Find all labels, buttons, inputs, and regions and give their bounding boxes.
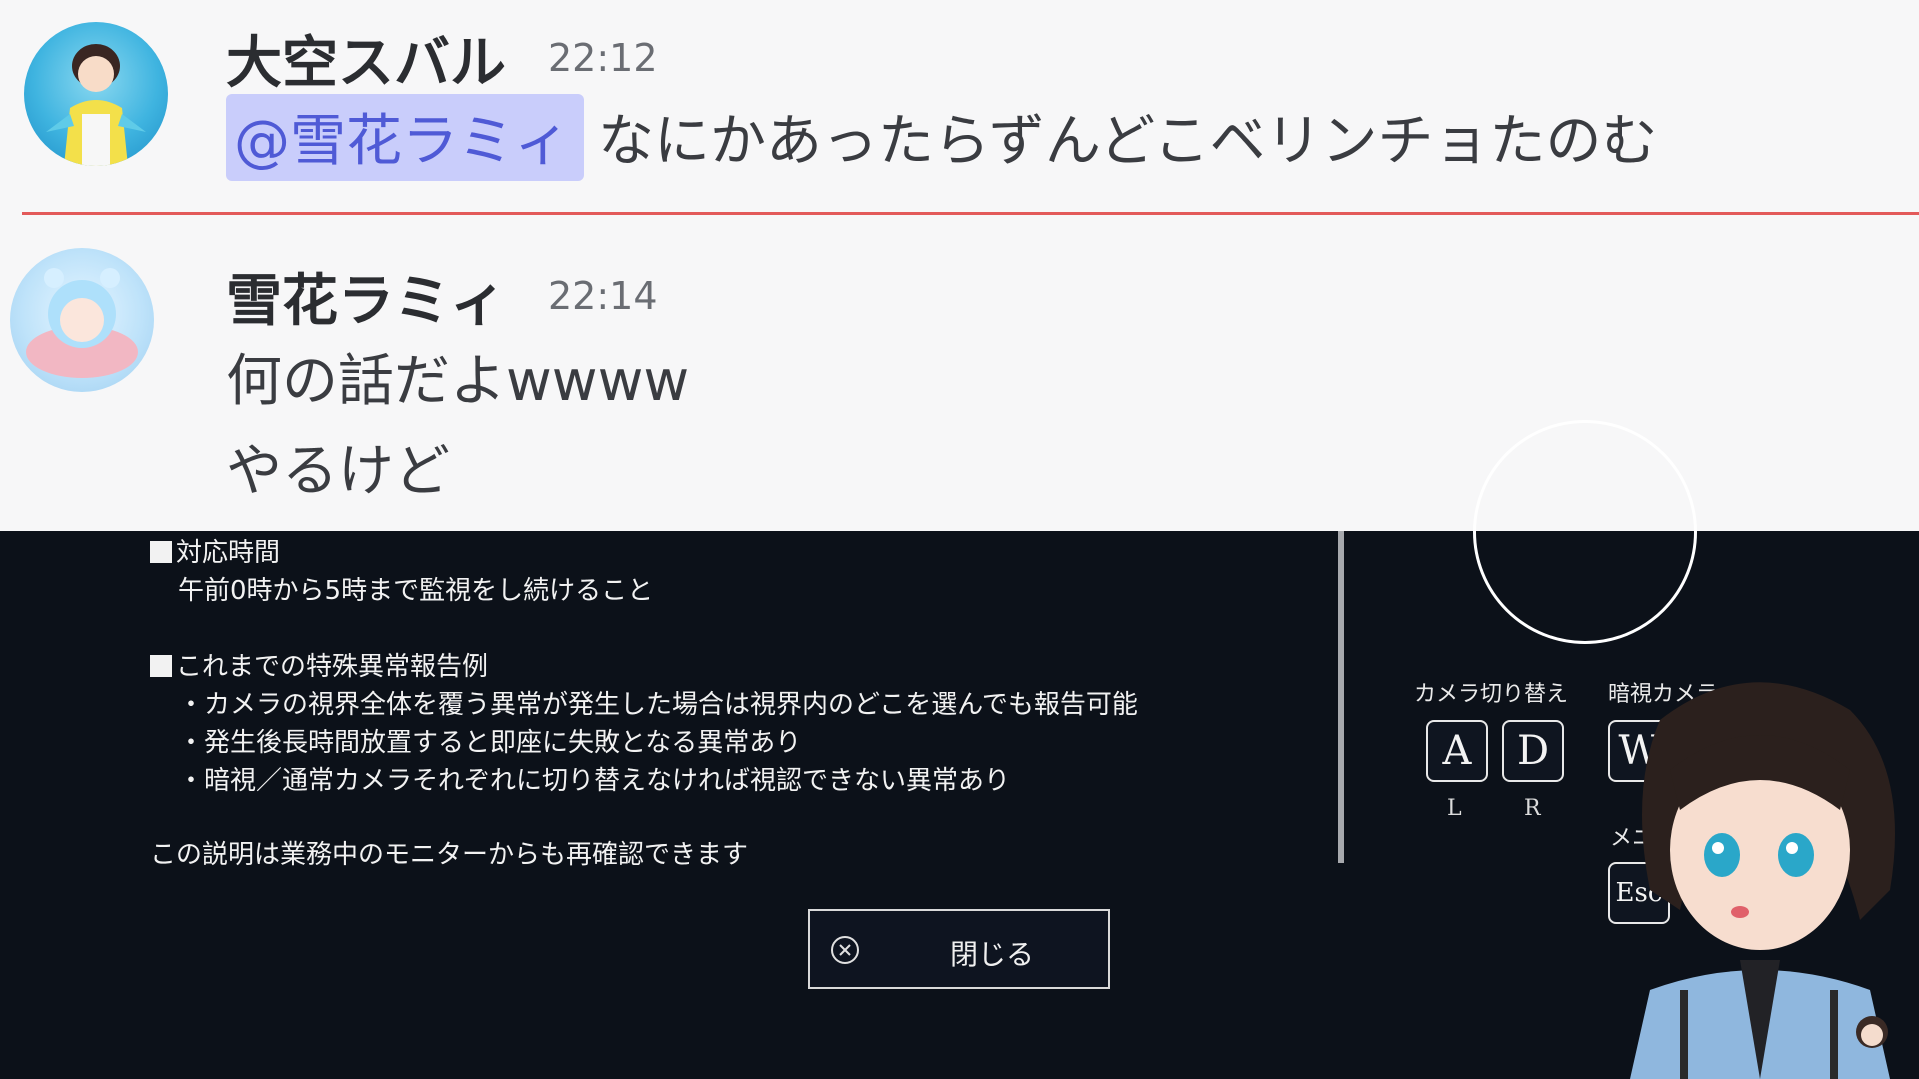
section-body-hours: 午前0時から5時まで監視をし続けること [178,576,654,606]
mini-chibi-icon [1856,1016,1888,1048]
key-a[interactable]: A [1426,720,1488,782]
message-content: なにかあったらずんどこベリンチョたのむ [598,109,1658,174]
key-a-sub: L [1447,796,1462,821]
anomaly-item: ・発生後長時間放置すると即座に失敗となる異常あり [178,728,802,758]
message-text: 何の話だよwwww [226,349,690,414]
message-author[interactable]: 大空スバル [226,18,506,99]
anomaly-item: ・カメラの視界全体を覆う異常が発生した場合は視界内のどこを選んでも報告可能 [178,690,1138,720]
message-timestamp: 22:12 [548,36,658,80]
camera-switch-label: カメラ切り替え [1414,682,1569,707]
avatar-lamy[interactable] [10,248,154,392]
user-mention[interactable]: @雪花ラミィ [226,94,584,181]
close-button[interactable]: 閉じる [808,909,1110,989]
close-button-label: 閉じる [950,938,1035,971]
chat-message: 大空スバル 22:12 @雪花ラミィ なにかあったらずんどこベリンチョたのむ [0,0,1919,212]
panel-divider [1338,531,1344,863]
camera-dial [1473,420,1697,644]
avatar-subaru[interactable] [24,22,168,166]
section-title-anomalies: これまでの特殊異常報告例 [150,646,488,683]
square-bullet-icon [150,655,172,677]
message-text: @雪花ラミィ なにかあったらずんどこベリンチョたのむ [226,94,1658,181]
close-circle-icon [831,936,859,964]
key-d-sub: R [1524,796,1541,821]
key-d[interactable]: D [1502,720,1564,782]
square-bullet-icon [150,541,172,563]
section-title-hours: 対応時間 [150,532,280,569]
footnote: この説明は業務中のモニターからも再確認できます [150,840,749,870]
message-author[interactable]: 雪花ラミィ [226,256,506,337]
message-timestamp: 22:14 [548,274,658,318]
message-text: やるけど [226,439,450,504]
anomaly-item: ・暗視／通常カメラそれぞれに切り替えなければ視認できない異常あり [178,766,1011,796]
